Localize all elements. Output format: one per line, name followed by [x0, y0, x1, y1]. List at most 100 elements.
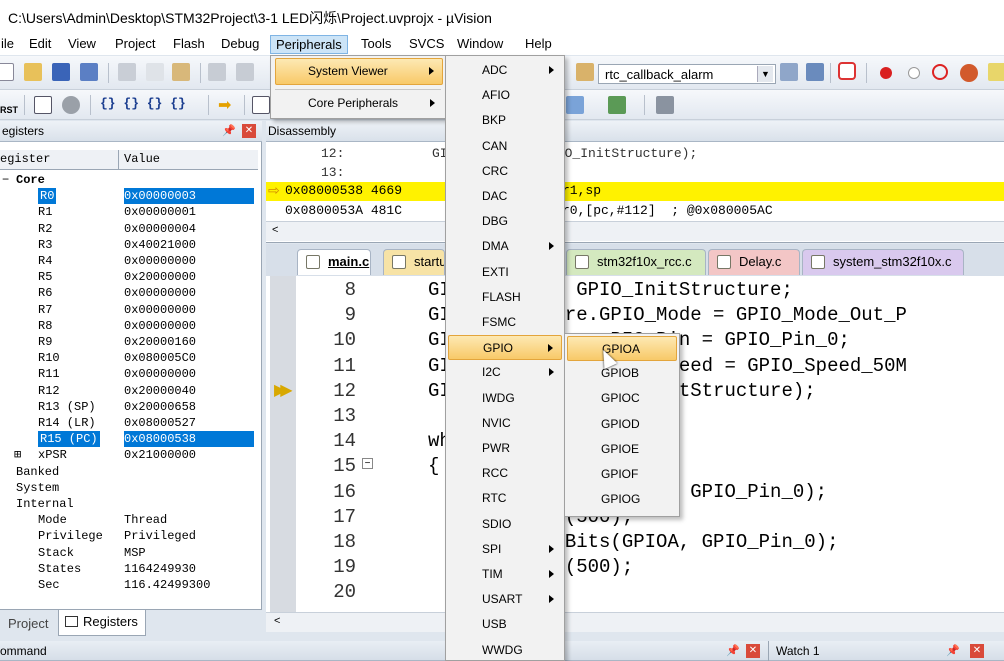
code-line[interactable]: 19 s(500);	[266, 555, 1004, 580]
menu-item-dac[interactable]: DAC	[448, 184, 562, 209]
register-row[interactable]: R10 0x080005C0	[0, 350, 258, 366]
menu-item-dbg[interactable]: DBG	[448, 209, 562, 234]
pin-icon[interactable]: 📌	[946, 641, 960, 661]
disasm-address[interactable]: 0x0800053A 481C	[285, 203, 402, 218]
register-row[interactable]: R3 0x40021000	[0, 237, 258, 253]
save-all-icon[interactable]	[80, 63, 98, 81]
expand-icon[interactable]: ⊞	[14, 447, 21, 463]
tab-startup[interactable]: startu	[383, 249, 445, 275]
register-row[interactable]: R11 0x00000000	[0, 366, 258, 382]
menu-item-afio[interactable]: AFIO	[448, 83, 562, 108]
cut-icon[interactable]	[118, 63, 136, 81]
register-row[interactable]: R6 0x00000000	[0, 285, 258, 301]
tools-icon[interactable]	[656, 96, 674, 114]
register-row[interactable]: Internal	[0, 496, 258, 512]
menu-item-gpioe[interactable]: GPIOE	[567, 437, 677, 462]
register-row[interactable]: Sec 116.42499300	[0, 577, 258, 593]
register-row[interactable]: R4 0x00000000	[0, 253, 258, 269]
command-window-icon[interactable]	[252, 96, 270, 114]
browse-icon[interactable]	[780, 63, 798, 81]
menu-edit[interactable]: Edit	[24, 35, 56, 54]
register-row[interactable]: Privilege Privileged	[0, 528, 258, 544]
column-value[interactable]: Value	[124, 150, 160, 169]
register-row[interactable]: Stack MSP	[0, 545, 258, 561]
menu-item-dma[interactable]: DMA	[448, 234, 562, 259]
configure-icon[interactable]	[806, 63, 824, 81]
paste-icon[interactable]	[172, 63, 190, 81]
serial-window-icon[interactable]	[608, 96, 626, 114]
collapse-icon[interactable]: −	[2, 172, 9, 188]
window-layout-icon[interactable]	[988, 63, 1004, 81]
menu-item-gpiob[interactable]: GPIOB	[567, 361, 677, 386]
menu-item-gpio[interactable]: GPIO	[448, 335, 562, 361]
column-register[interactable]: egister	[0, 150, 50, 169]
code-line[interactable]: 8 GI peDef GPIO_InitStructure;	[266, 278, 1004, 303]
tab-registers[interactable]: Registers	[58, 610, 146, 636]
tab-project[interactable]: Project	[0, 612, 56, 636]
menu-help[interactable]: Help	[520, 35, 557, 54]
new-file-icon[interactable]	[0, 63, 14, 81]
menu-debug[interactable]: Debug	[216, 35, 264, 54]
register-row[interactable]: R0 0x00000003	[0, 188, 258, 205]
menu-view[interactable]: View	[63, 35, 101, 54]
register-row[interactable]: R8 0x00000000	[0, 318, 258, 334]
menu-peripherals[interactable]: Peripherals	[270, 35, 348, 54]
run-icon[interactable]	[34, 96, 52, 114]
scroll-left-icon[interactable]: <	[272, 224, 278, 236]
close-icon[interactable]: ✕	[242, 124, 256, 138]
menu-item-wwdg[interactable]: WWDG	[448, 638, 562, 661]
register-row[interactable]: Mode Thread	[0, 512, 258, 528]
menu-item-tim[interactable]: TIM	[448, 562, 562, 587]
show-next-statement-icon[interactable]: ➡	[218, 95, 231, 115]
horizontal-scrollbar[interactable]: <	[266, 221, 1004, 241]
menu-item-sdio[interactable]: SDIO	[448, 512, 562, 537]
register-row[interactable]: R2 0x00000004	[0, 221, 258, 237]
menu-item-fsmc[interactable]: FSMC	[448, 310, 562, 335]
code-line[interactable]: 9 GI ructure.GPIO_Mode = GPIO_Mode_Out_P	[266, 303, 1004, 328]
undo-icon[interactable]	[208, 63, 226, 81]
menu-item-pwr[interactable]: PWR	[448, 436, 562, 461]
menu-item-gpiof[interactable]: GPIOF	[567, 462, 677, 487]
breakpoint-icon[interactable]	[880, 67, 892, 79]
register-row[interactable]: States 1164249930	[0, 561, 258, 577]
tab-main-c[interactable]: main.c	[297, 249, 371, 275]
register-row[interactable]: R13 (SP) 0x20000658	[0, 399, 258, 415]
menu-item-usb[interactable]: USB	[448, 612, 562, 637]
register-row[interactable]: R12 0x20000040	[0, 383, 258, 399]
menu-project[interactable]: Project	[110, 35, 160, 54]
menu-item-system-viewer[interactable]: System Viewer	[275, 58, 443, 85]
close-icon[interactable]: ✕	[970, 644, 984, 658]
register-row[interactable]: xPSR 0x21000000 ⊞	[0, 447, 258, 463]
step-icons[interactable]: {} {} {} {}	[100, 96, 186, 111]
current-instruction-row[interactable]: ⇨ 0x08000538 4669 r1,sp	[266, 182, 1004, 201]
menu-tools[interactable]: Tools	[356, 35, 396, 54]
tab-delay-c[interactable]: Delay.c	[708, 249, 800, 275]
menu-item-nvic[interactable]: NVIC	[448, 411, 562, 436]
code-line[interactable]: 20	[266, 580, 1004, 605]
register-row[interactable]: R15 (PC) 0x08000538	[0, 431, 258, 448]
menu-svcs[interactable]: SVCS	[404, 35, 449, 54]
editor-horizontal-scrollbar[interactable]: <	[266, 612, 1004, 632]
register-row[interactable]: R7 0x00000000	[0, 302, 258, 318]
register-row[interactable]: Banked	[0, 464, 258, 480]
menu-item-adc[interactable]: ADC	[448, 58, 562, 83]
target-combo[interactable]: rtc_callback_alarm ▼	[598, 64, 776, 84]
tab-system-c[interactable]: system_stm32f10x.c	[802, 249, 964, 275]
menu-item-bkp[interactable]: BKP	[448, 108, 562, 133]
menu-item-exti[interactable]: EXTI	[448, 260, 562, 285]
menu-item-spi[interactable]: SPI	[448, 537, 562, 562]
close-icon[interactable]: ✕	[746, 644, 760, 658]
copy-icon[interactable]	[146, 63, 164, 81]
menu-item-gpioc[interactable]: GPIOC	[567, 386, 677, 411]
open-folder-icon[interactable]	[24, 63, 42, 81]
menu-item-gpiod[interactable]: GPIOD	[567, 412, 677, 437]
kill-breakpoints-icon[interactable]	[932, 64, 948, 80]
register-row[interactable]: System	[0, 480, 258, 496]
register-row[interactable]: Core −	[0, 172, 258, 188]
register-row[interactable]: R5 0x20000000	[0, 269, 258, 285]
scroll-left-icon[interactable]: <	[274, 615, 280, 627]
save-icon[interactable]	[52, 63, 70, 81]
menu-window[interactable]: Window	[452, 35, 508, 54]
chevron-down-icon[interactable]: ▼	[757, 66, 773, 82]
menu-flash[interactable]: Flash	[168, 35, 210, 54]
